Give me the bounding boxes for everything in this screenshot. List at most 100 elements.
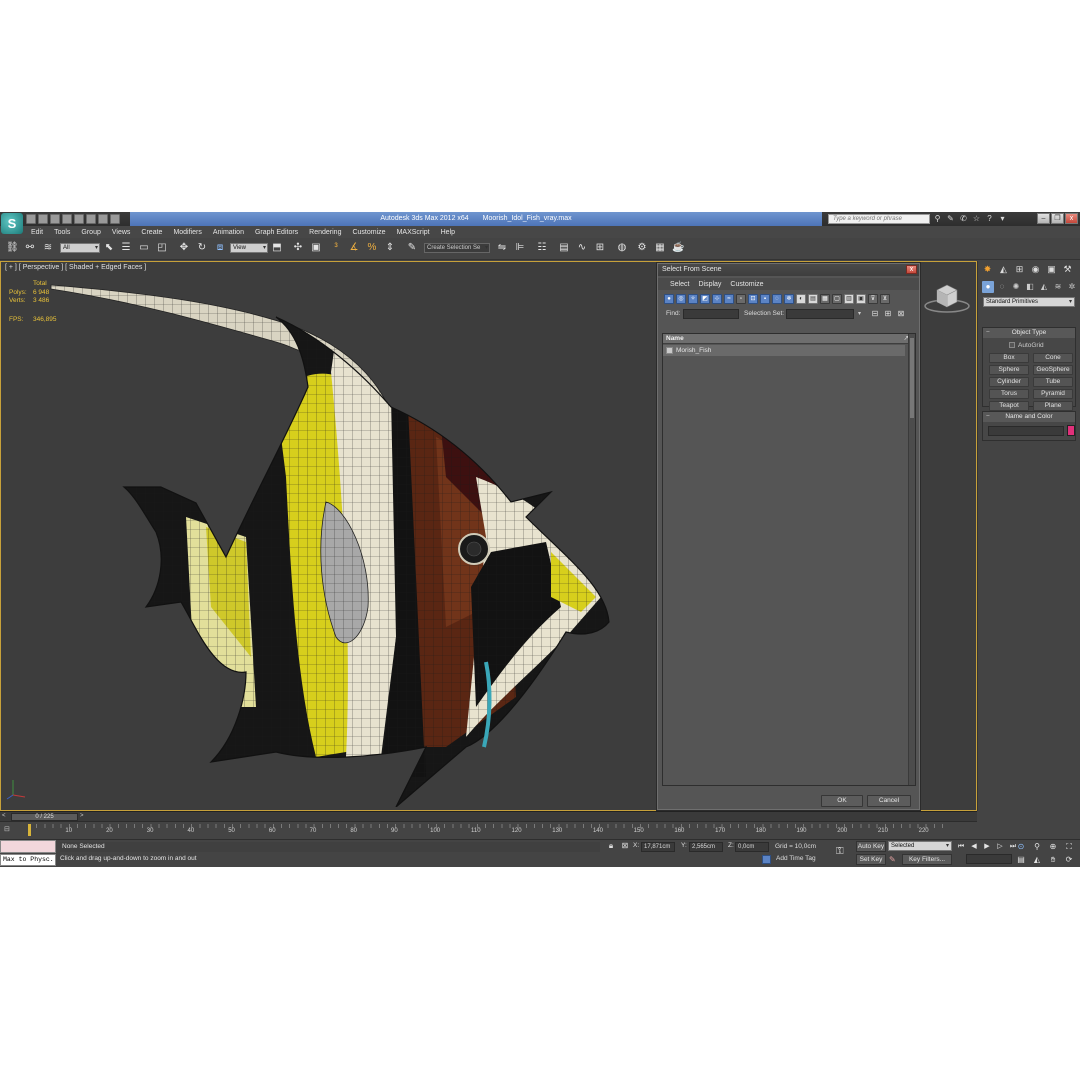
edit-named-selection-icon[interactable]: ✎	[406, 242, 418, 254]
autogrid-checkbox[interactable]: AutoGrid	[1009, 342, 1044, 349]
display-all-icon[interactable]: ▤	[808, 294, 818, 304]
display-hidden-icon[interactable]: ◐	[796, 294, 806, 304]
new-file-icon[interactable]	[26, 214, 36, 224]
time-configuration-icon[interactable]: ▤	[1014, 854, 1028, 866]
display-children-icon[interactable]: ⊟	[870, 309, 880, 319]
object-color-swatch[interactable]	[1067, 425, 1075, 436]
track-bar[interactable]: ⊟ 10 20 30 40 50 60 70 80 90 100 110 120 130 140 150 16…	[0, 821, 977, 839]
zoom-extents-icon[interactable]: ⛶	[1062, 841, 1076, 853]
percent-snap-icon[interactable]: %	[366, 242, 378, 254]
menu-help[interactable]: Help	[441, 229, 455, 236]
dialog-menu-customize[interactable]: Customize	[730, 281, 763, 288]
utilities-tab-icon[interactable]: ⚒	[1061, 263, 1074, 276]
moorish-idol-fish-model[interactable]	[46, 277, 616, 807]
align-icon[interactable]: ⊫	[514, 242, 526, 254]
set-key-mode-icon[interactable]: ⚿	[836, 846, 844, 857]
close-button[interactable]: x	[1065, 213, 1078, 224]
selection-set-dropdown[interactable]	[786, 309, 861, 319]
current-frame-marker[interactable]	[28, 824, 31, 836]
communication-center-icon[interactable]: ✆	[959, 214, 968, 223]
z-coord-field[interactable]: 0,0cm	[735, 842, 769, 852]
open-file-icon[interactable]	[38, 214, 48, 224]
filter-icon[interactable]: ⊽	[868, 294, 878, 304]
next-frame-icon[interactable]: ▷	[994, 841, 1006, 852]
menu-animation[interactable]: Animation	[213, 229, 244, 236]
display-shapes-icon[interactable]: ◎	[676, 294, 686, 304]
redo-icon[interactable]	[86, 214, 96, 224]
display-lights-icon[interactable]: ✧	[688, 294, 698, 304]
create-tab-icon[interactable]: ✸	[981, 263, 994, 276]
teapot-button[interactable]: Teapot	[989, 401, 1029, 411]
systems-category-icon[interactable]: ✲	[1066, 281, 1078, 293]
named-selection-set-dropdown[interactable]: Create Selection Se	[424, 243, 490, 253]
select-none-icon[interactable]: ▢	[832, 294, 842, 304]
shapes-category-icon[interactable]: ◌	[996, 281, 1008, 293]
display-influences-icon[interactable]: ⊞	[883, 309, 893, 319]
object-type-rollout-title[interactable]: Object Type	[983, 328, 1075, 338]
bind-space-warp-icon[interactable]: ≋	[42, 242, 54, 254]
lights-category-icon[interactable]: ✺	[1010, 281, 1022, 293]
undo-icon[interactable]	[62, 214, 72, 224]
select-and-link-icon[interactable]: ⛓	[6, 242, 19, 254]
display-groups-icon[interactable]: ▫	[736, 294, 746, 304]
select-and-scale-icon[interactable]: ⧈	[214, 242, 226, 254]
field-of-view-icon[interactable]: ◭	[1030, 854, 1044, 866]
plane-button[interactable]: Plane	[1033, 401, 1073, 411]
undo-dropdown-icon[interactable]	[74, 214, 84, 224]
dialog-menu-select[interactable]: Select	[670, 281, 689, 288]
graphite-toolbar-icon[interactable]: ▤	[558, 242, 570, 254]
pyramid-button[interactable]: Pyramid	[1033, 389, 1073, 399]
list-column-header[interactable]: Name ↗	[663, 334, 915, 344]
mini-curve-editor-icon[interactable]: ⊟	[4, 825, 16, 835]
display-xrefs-icon[interactable]: ⊡	[748, 294, 758, 304]
layer-manager-icon[interactable]: ☷	[536, 242, 548, 254]
unlink-icon[interactable]: ⚯	[24, 242, 36, 254]
dialog-close-button[interactable]: x	[906, 265, 917, 274]
menu-customize[interactable]: Customize	[352, 229, 385, 236]
play-icon[interactable]: ▶	[981, 841, 993, 852]
use-pivot-center-icon[interactable]: ⬒	[271, 242, 283, 254]
dialog-title-bar[interactable]: Select From Scene x	[658, 264, 919, 276]
curve-editor-icon[interactable]: ∿	[576, 242, 588, 254]
add-time-tag-button[interactable]: Add Time Tag	[776, 855, 816, 862]
maxscript-mini-listener[interactable]: Max to Physc.	[0, 854, 56, 866]
select-dependents-icon[interactable]: ⊠	[896, 309, 906, 319]
menu-edit[interactable]: Edit	[31, 229, 43, 236]
favorites-star-icon[interactable]: ☆	[972, 214, 981, 223]
list-item[interactable]: Morish_Fish	[663, 345, 905, 356]
reference-coordinate-dropdown[interactable]: View	[230, 243, 268, 253]
angle-snap-icon[interactable]: ∡	[348, 242, 360, 254]
sphere-button[interactable]: Sphere	[989, 365, 1029, 375]
display-cameras-icon[interactable]: ◩	[700, 294, 710, 304]
save-file-icon[interactable]	[50, 214, 60, 224]
menu-modifiers[interactable]: Modifiers	[173, 229, 201, 236]
menu-create[interactable]: Create	[141, 229, 162, 236]
auto-key-button[interactable]: Auto Key	[856, 841, 886, 852]
space-warps-category-icon[interactable]: ≋	[1052, 281, 1064, 293]
display-tab-icon[interactable]: ▣	[1045, 263, 1058, 276]
frame-ruler[interactable]: 10 20 30 40 50 60 70 80 90 100 110 120 130 140 150 160 1…	[28, 824, 944, 839]
menu-graph-editors[interactable]: Graph Editors	[255, 229, 298, 236]
display-helpers-icon[interactable]: ⊹	[712, 294, 722, 304]
snaps-toggle-icon[interactable]: ³	[330, 242, 342, 254]
geometry-category-icon[interactable]: ●	[982, 281, 994, 293]
maximize-button[interactable]: ❐	[1051, 213, 1064, 224]
dialog-menu-display[interactable]: Display	[698, 281, 721, 288]
schematic-view-icon[interactable]: ⊞	[594, 242, 606, 254]
select-object-icon[interactable]: ⬉	[103, 242, 115, 254]
absolute-mode-transform-icon[interactable]: ⊠	[620, 841, 630, 851]
zoom-all-icon[interactable]: ⊕	[1046, 841, 1060, 853]
ok-button[interactable]: OK	[821, 795, 863, 807]
primitive-type-dropdown[interactable]: Standard Primitives	[983, 297, 1075, 307]
menu-views[interactable]: Views	[112, 229, 131, 236]
rendered-frame-window-icon[interactable]: ▦	[654, 242, 666, 254]
pan-view-icon[interactable]: ✋︎	[1046, 854, 1060, 866]
select-and-move-icon[interactable]: ✥	[178, 242, 190, 254]
project-folder-icon[interactable]	[110, 214, 120, 224]
time-tag-icon[interactable]	[762, 855, 771, 864]
display-space-warps-icon[interactable]: ≈	[724, 294, 734, 304]
help-icon[interactable]: ?	[985, 214, 994, 223]
material-editor-icon[interactable]: ◍	[616, 242, 628, 254]
cancel-button[interactable]: Cancel	[867, 795, 911, 807]
select-and-rotate-icon[interactable]: ↻	[196, 242, 208, 254]
